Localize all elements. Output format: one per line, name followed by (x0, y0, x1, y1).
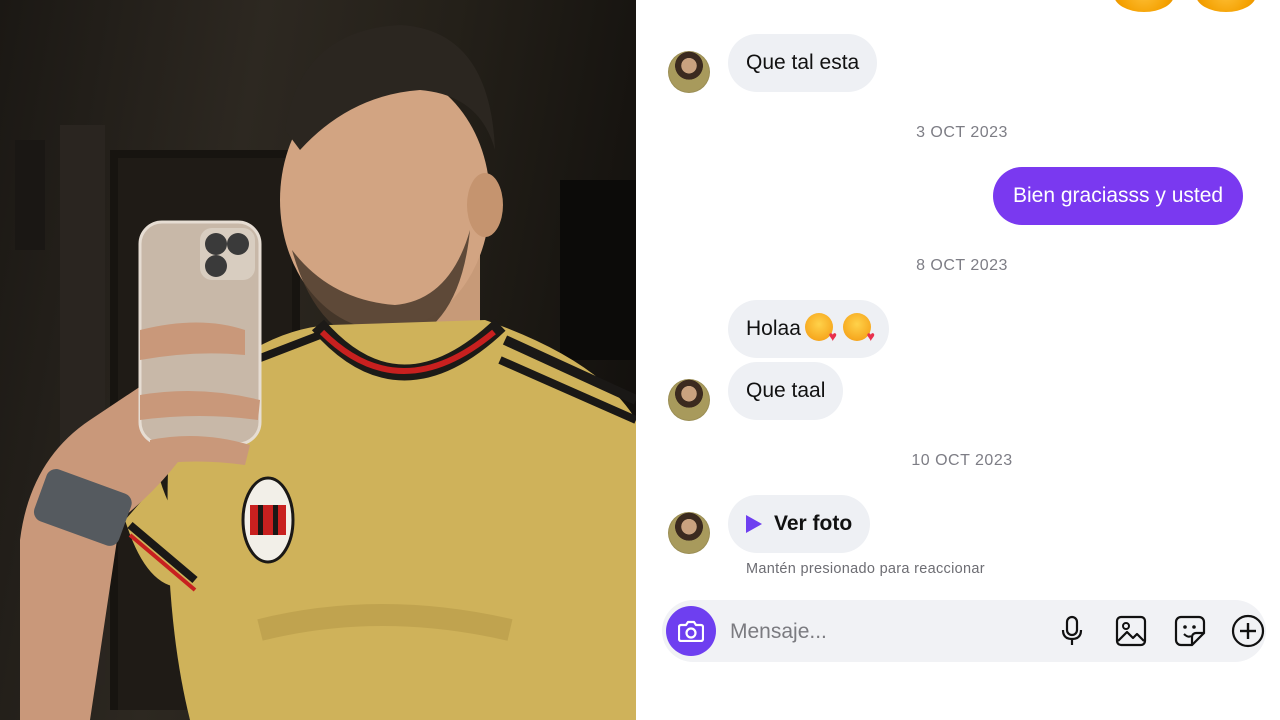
image-icon (1115, 615, 1147, 647)
view-photo-button[interactable]: Ver foto (728, 495, 871, 553)
sticker-icon (1174, 615, 1206, 647)
message-input[interactable] (728, 614, 1012, 650)
microphone-icon (1061, 615, 1083, 645)
view-photo-label: Ver foto (774, 512, 853, 535)
play-icon (746, 515, 762, 533)
add-button[interactable] (1230, 613, 1266, 649)
sticker-button[interactable] (1172, 613, 1208, 649)
avatar[interactable] (668, 512, 710, 554)
incoming-message[interactable]: Holaa (728, 300, 889, 365)
smiling-face-with-hearts-icon (804, 307, 837, 365)
date-separator: 8 OCT 2023 (916, 257, 1008, 274)
reaction-emoji-icon (1114, 0, 1174, 12)
smiling-face-with-hearts-icon (842, 307, 875, 365)
avatar[interactable] (668, 51, 710, 93)
reaction-emoji-icon (1196, 0, 1256, 12)
date-separator: 10 OCT 2023 (911, 452, 1013, 469)
camera-button[interactable] (666, 606, 716, 656)
reaction-hint: Mantén presionado para reaccionar (746, 561, 985, 577)
incoming-message[interactable]: Que tal esta (728, 34, 878, 92)
date-separator: 3 OCT 2023 (916, 124, 1008, 141)
plus-icon (1231, 614, 1265, 648)
avatar[interactable] (668, 379, 710, 421)
message-text: Holaa (746, 317, 801, 340)
incoming-message[interactable]: Que taal (728, 362, 844, 420)
chat-panel: Que tal esta 3 OCT 2023 Bien graciasss y… (636, 0, 1280, 720)
mirror-selfie-photo (0, 0, 636, 720)
microphone-button[interactable] (1054, 613, 1090, 649)
photo-illustration (15, 25, 636, 720)
message-composer (662, 600, 1266, 662)
camera-icon (678, 620, 704, 642)
gallery-button[interactable] (1113, 613, 1149, 649)
outgoing-message[interactable]: Bien graciasss y usted (993, 167, 1244, 225)
